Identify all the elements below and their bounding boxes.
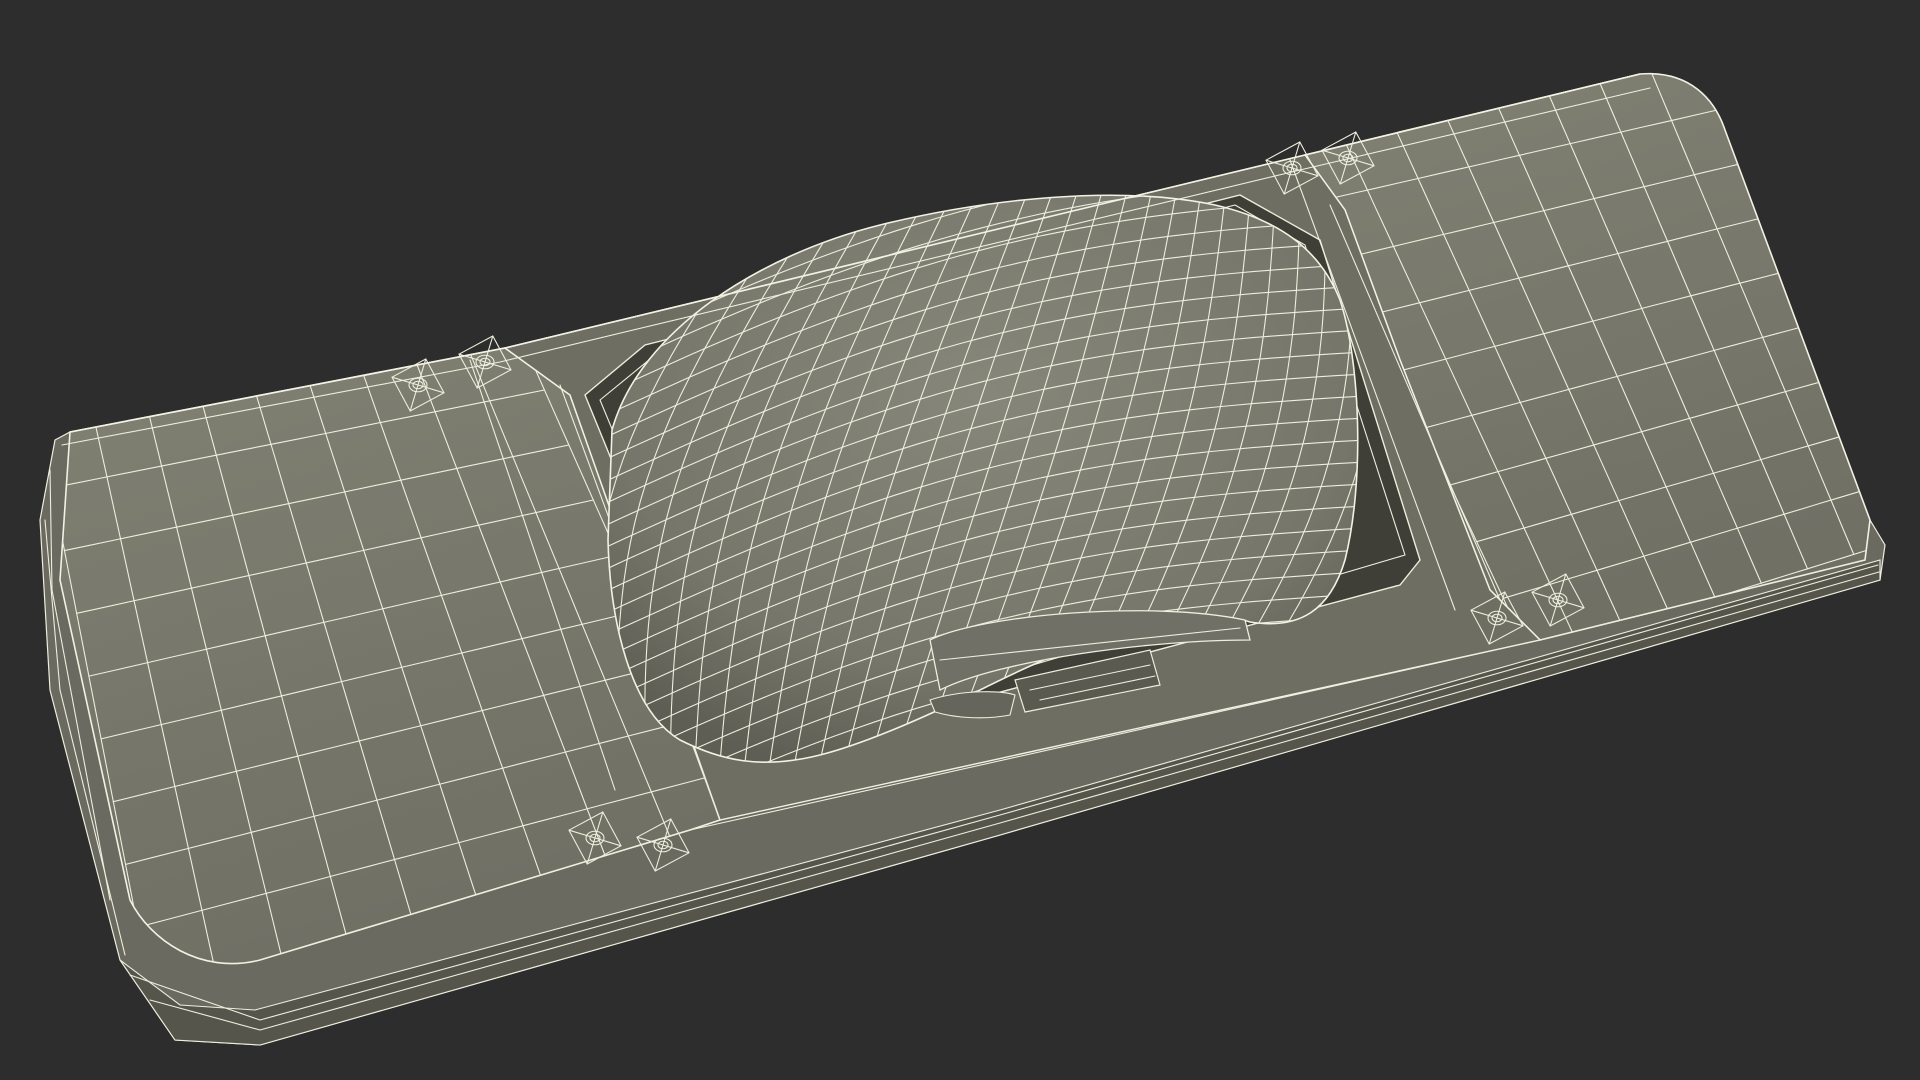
wireframe-render xyxy=(39,72,1886,1046)
render-viewport xyxy=(0,0,1920,1080)
